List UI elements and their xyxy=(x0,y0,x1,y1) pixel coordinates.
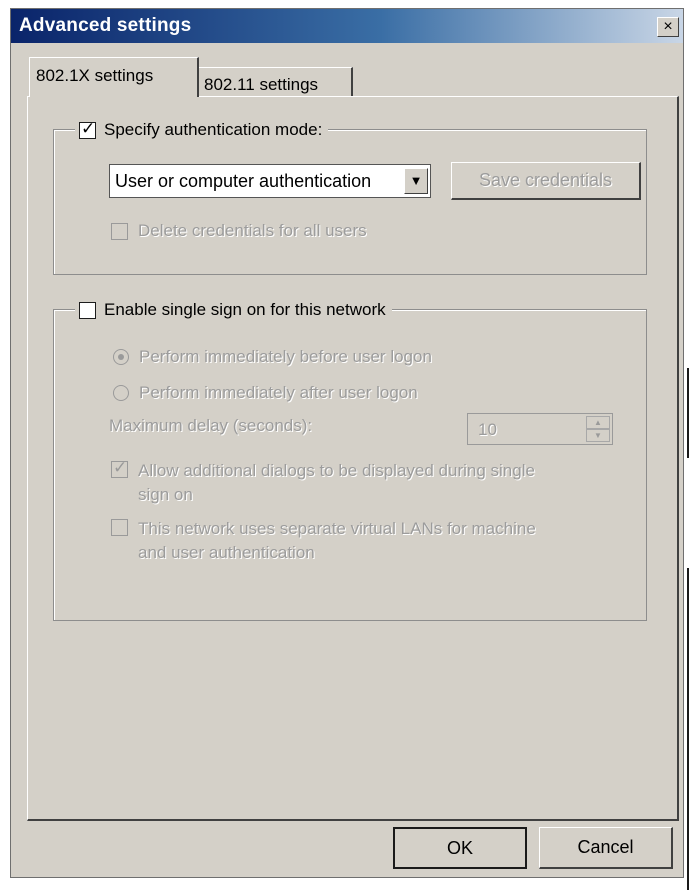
spin-down-icon[interactable]: ▼ xyxy=(586,429,610,442)
delete-credentials-label: Delete credentials for all users xyxy=(138,221,367,240)
enable-sso-label: Enable single sign on for this network xyxy=(104,300,386,319)
separate-vlans-label-line2: and user authentication xyxy=(138,543,315,562)
auth-mode-select-value: User or computer authentication xyxy=(115,171,372,191)
specify-auth-mode-checkbox[interactable]: ✓ xyxy=(79,118,96,139)
tab-label: 802.11 settings xyxy=(204,75,319,94)
cancel-label: Cancel xyxy=(577,837,634,857)
auth-mode-group-title: ✓ Specify authentication mode: xyxy=(75,117,329,143)
tab-8021x-settings[interactable]: 802.1X settings xyxy=(29,57,199,97)
cancel-button[interactable]: Cancel xyxy=(539,827,673,869)
perform-after-logon-label: Perform immediately after user logon xyxy=(139,383,418,402)
perform-before-logon-radio[interactable] xyxy=(113,349,129,365)
allow-dialogs-checkbox[interactable]: ✓ xyxy=(111,458,128,478)
ok-button[interactable]: OK xyxy=(393,827,527,869)
separate-vlans-label: This network uses separate virtual LANs … xyxy=(138,517,536,565)
close-button[interactable]: × xyxy=(657,17,679,37)
edge-line xyxy=(687,368,689,458)
auth-mode-group xyxy=(53,129,647,275)
max-delay-label: Maximum delay (seconds): xyxy=(109,416,313,435)
ok-label: OK xyxy=(446,838,473,858)
radio-after-logon-row: Perform immediately after user logon xyxy=(113,383,418,403)
radio-selected-dot xyxy=(118,354,124,360)
allow-dialogs-row: ✓ Allow additional dialogs to be display… xyxy=(111,458,535,507)
advanced-settings-dialog: Advanced settings × 802.1X settings 802.… xyxy=(10,8,684,878)
spin-up-icon[interactable]: ▲ xyxy=(586,416,610,429)
perform-before-logon-label: Perform immediately before user logon xyxy=(139,347,432,366)
save-credentials-label: Save credentials xyxy=(478,170,613,190)
check-icon: ✓ xyxy=(113,458,128,477)
max-delay-value: 10 xyxy=(478,420,497,439)
background-window-edge xyxy=(684,8,696,890)
allow-dialogs-label-line1: Allow additional dialogs to be displayed… xyxy=(138,461,535,480)
allow-dialogs-label-line2: sign on xyxy=(138,485,193,504)
edge-line xyxy=(687,568,689,890)
separate-vlans-checkbox[interactable] xyxy=(111,519,128,536)
title-bar[interactable]: Advanced settings × xyxy=(11,9,683,43)
window-title: Advanced settings xyxy=(19,15,192,36)
radio-before-logon-row: Perform immediately before user logon xyxy=(113,347,432,367)
chevron-down-icon[interactable]: ▼ xyxy=(404,168,428,194)
tab-80211-settings[interactable]: 802.11 settings xyxy=(197,67,353,99)
max-delay-spinner[interactable]: 10 ▲ ▼ xyxy=(467,413,613,445)
sso-group-title: Enable single sign on for this network xyxy=(75,297,392,323)
save-credentials-button[interactable]: Save credentials xyxy=(451,162,641,200)
tab-label: 802.1X settings xyxy=(36,66,154,85)
vlan-row: This network uses separate virtual LANs … xyxy=(111,517,536,565)
perform-after-logon-radio[interactable] xyxy=(113,385,129,401)
delete-credentials-checkbox[interactable] xyxy=(111,223,128,240)
auth-mode-select[interactable]: User or computer authentication ▼ xyxy=(109,164,431,198)
separate-vlans-label-line1: This network uses separate virtual LANs … xyxy=(138,519,536,538)
specify-auth-mode-label: Specify authentication mode: xyxy=(104,120,323,139)
close-icon: × xyxy=(663,18,673,35)
max-delay-row: Maximum delay (seconds): xyxy=(109,416,312,436)
allow-dialogs-label: Allow additional dialogs to be displayed… xyxy=(138,459,535,507)
check-icon: ✓ xyxy=(81,118,96,138)
delete-credentials-row: Delete credentials for all users xyxy=(111,221,367,241)
enable-sso-checkbox[interactable] xyxy=(79,301,96,319)
